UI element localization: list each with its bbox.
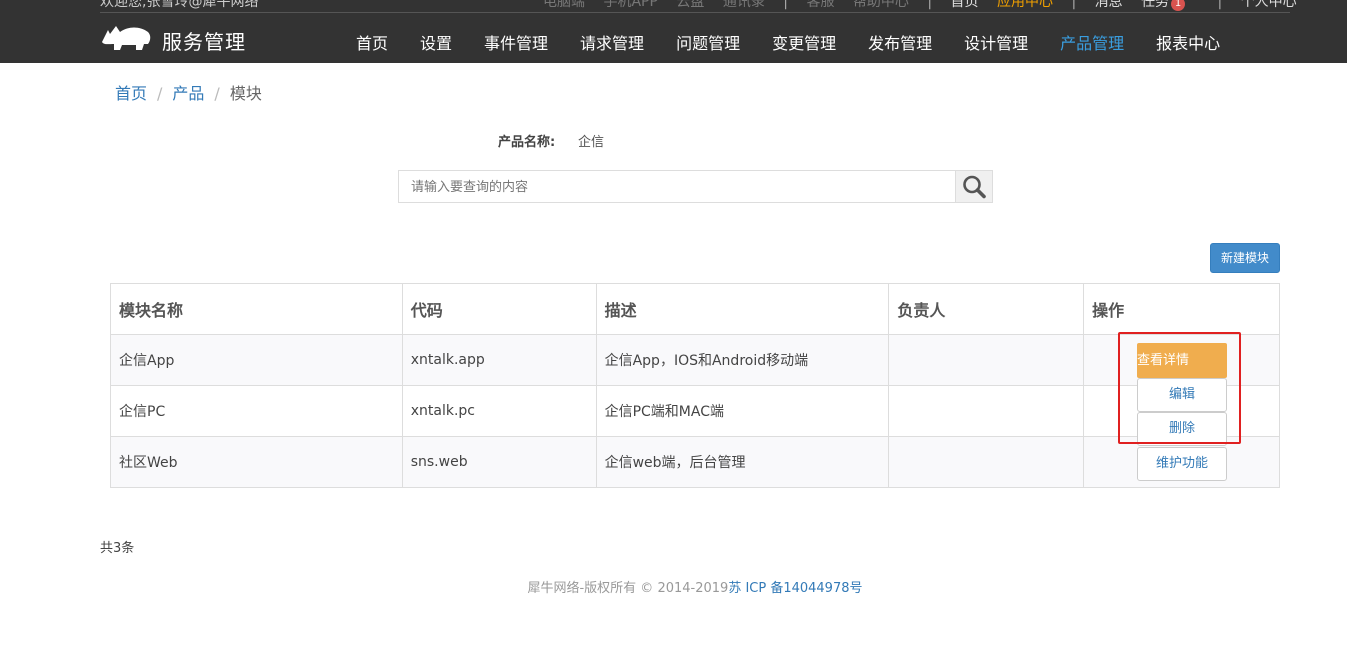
table-row: 企信App xntalk.app 企信App，IOS和Android移动端 xyxy=(110,334,1280,386)
breadcrumb-current: 模块 xyxy=(229,84,262,103)
column-header-code: 代码 xyxy=(401,283,597,335)
link-home[interactable]: 首页 xyxy=(951,0,979,10)
app-title: 服务管理 xyxy=(162,30,246,54)
top-header: 欢迎您,张雪玲@犀牛网络 电脑端 手机APP 云盘 通讯录 | 客服 帮助中心 … xyxy=(0,0,1347,63)
welcome-text: 欢迎您,张雪玲@犀牛网络 xyxy=(100,0,259,10)
link-personal-center[interactable]: 个人中心 xyxy=(1241,0,1297,10)
cell-description: 企信PC端和MAC端 xyxy=(595,385,890,437)
link-tasks[interactable]: 任务 1 xyxy=(1141,0,1199,11)
cell-owner xyxy=(888,334,1085,386)
tasks-label: 任务 xyxy=(1141,0,1170,10)
nav-item-home[interactable]: 首页 xyxy=(340,30,404,54)
search-button[interactable] xyxy=(955,171,992,202)
search-input[interactable] xyxy=(399,171,955,202)
highlight-box xyxy=(1118,332,1241,444)
cell-code: xntalk.app xyxy=(401,334,597,386)
main-nav: 首页 设置 事件管理 请求管理 问题管理 变更管理 发布管理 设计管理 产品管理 报表中心 xyxy=(340,30,1236,56)
nav-item-release[interactable]: 发布管理 xyxy=(852,30,948,54)
utility-links: 电脑端 手机APP 云盘 通讯录 | 客服 帮助中心 | 首页 应用中心 | 消… xyxy=(543,0,1311,11)
breadcrumb-home[interactable]: 首页 xyxy=(115,84,147,103)
top-utility-bar: 欢迎您,张雪玲@犀牛网络 电脑端 手机APP 云盘 通讯录 | 客服 帮助中心 … xyxy=(0,0,1347,12)
nav-item-change[interactable]: 变更管理 xyxy=(756,30,852,54)
cell-name: 企信PC xyxy=(110,385,403,437)
column-header-name: 模块名称 xyxy=(110,283,403,335)
link-support[interactable]: 客服 xyxy=(806,0,834,10)
cell-name: 企信App xyxy=(110,334,403,386)
nav-item-reports[interactable]: 报表中心 xyxy=(1140,30,1236,54)
task-count-badge: 1 xyxy=(1171,0,1186,11)
divider: | xyxy=(1217,0,1223,10)
product-name-label: 产品名称: xyxy=(498,135,556,150)
nav-item-problem[interactable]: 问题管理 xyxy=(660,30,756,54)
cell-description: 企信App，IOS和Android移动端 xyxy=(595,334,890,386)
footer: 犀牛网络-版权所有 © 2014-2019苏 ICP 备14044978号 xyxy=(0,577,1347,596)
column-header-actions: 操作 xyxy=(1083,283,1280,335)
divider: | xyxy=(783,0,788,10)
search-box xyxy=(398,170,993,203)
column-header-description: 描述 xyxy=(595,283,890,335)
link-desktop[interactable]: 电脑端 xyxy=(543,0,585,10)
rhino-logo-icon xyxy=(102,26,151,50)
link-cloud-disk[interactable]: 云盘 xyxy=(676,0,704,10)
copyright-text: 犀牛网络-版权所有 © 2014-2019 xyxy=(527,581,729,596)
cell-owner xyxy=(888,385,1085,437)
divider: | xyxy=(1071,0,1077,10)
breadcrumb: 首页 / 产品 / 模块 xyxy=(115,80,262,104)
cell-owner xyxy=(888,436,1085,488)
header-divider xyxy=(100,12,1290,13)
new-module-button[interactable]: 新建模块 xyxy=(1210,243,1280,273)
icp-link[interactable]: 苏 ICP 备14044978号 xyxy=(728,581,862,596)
nav-item-settings[interactable]: 设置 xyxy=(404,30,468,54)
table-row: 社区Web sns.web 企信web端，后台管理 xyxy=(110,436,1280,488)
column-header-owner: 负责人 xyxy=(888,283,1085,335)
nav-item-design[interactable]: 设计管理 xyxy=(948,30,1044,54)
breadcrumb-product[interactable]: 产品 xyxy=(172,84,204,103)
link-help-center[interactable]: 帮助中心 xyxy=(853,0,909,10)
logo[interactable]: 服务管理 xyxy=(100,22,250,56)
product-name-value: 企信 xyxy=(578,135,605,150)
nav-item-product[interactable]: 产品管理 xyxy=(1044,30,1140,54)
cell-name: 社区Web xyxy=(110,436,403,488)
nav-item-incident[interactable]: 事件管理 xyxy=(468,30,564,54)
modules-table: 模块名称 代码 描述 负责人 操作 企信App xntalk.app 企信App… xyxy=(110,283,1280,488)
breadcrumb-separator: / xyxy=(214,84,220,103)
cell-code: xntalk.pc xyxy=(401,385,597,437)
breadcrumb-separator: / xyxy=(157,84,163,103)
table-header-row: 模块名称 代码 描述 负责人 操作 xyxy=(110,283,1280,335)
total-count: 共3条 xyxy=(100,541,135,556)
link-app-center[interactable]: 应用中心 xyxy=(997,0,1053,10)
cell-code: sns.web xyxy=(401,436,597,488)
link-mobile-app[interactable]: 手机APP xyxy=(603,0,657,10)
maintain-features-button[interactable]: 维护功能 xyxy=(1137,447,1227,481)
nav-item-request[interactable]: 请求管理 xyxy=(564,30,660,54)
cell-description: 企信web端，后台管理 xyxy=(595,436,890,488)
table-row: 企信PC xntalk.pc 企信PC端和MAC端 xyxy=(110,385,1280,437)
link-messages[interactable]: 消息 xyxy=(1095,0,1123,10)
search-icon xyxy=(963,175,986,199)
divider: | xyxy=(927,0,933,10)
link-contacts[interactable]: 通讯录 xyxy=(723,0,765,10)
